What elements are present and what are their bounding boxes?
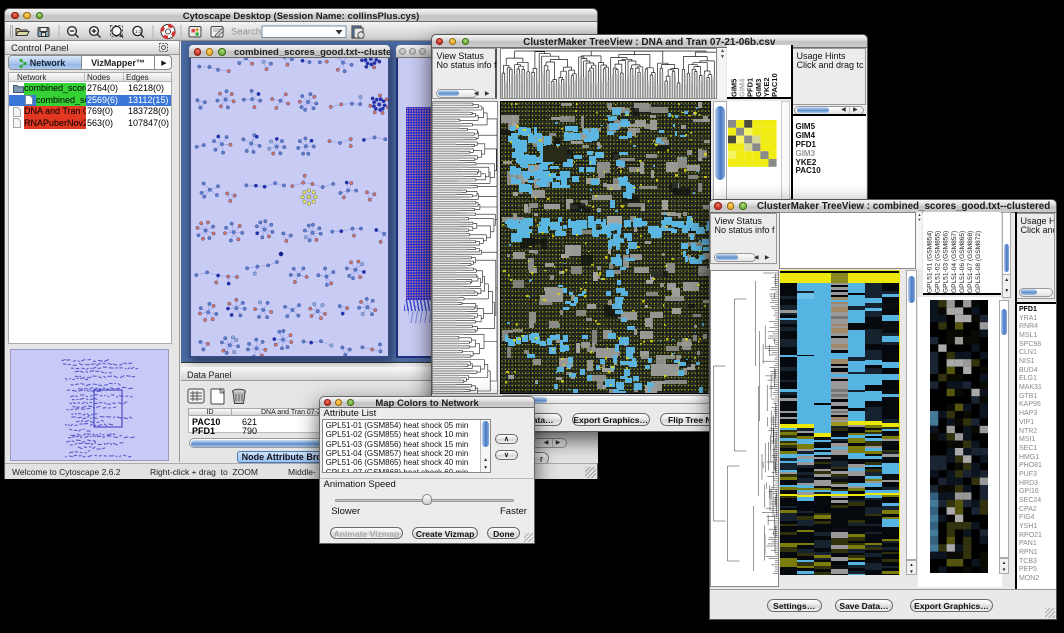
svg-text:Search:: Search: <box>231 27 264 38</box>
svg-text:GPL51-04 (GSM857): GPL51-04 (GSM857) <box>951 231 958 293</box>
svg-text:1:1: 1:1 <box>135 29 142 34</box>
svg-text:GPL51-06 (GSM865): GPL51-06 (GSM865) <box>959 231 966 293</box>
svg-text:GPL51-07 (GSM868): GPL51-07 (GSM868) <box>967 231 974 293</box>
svg-text:GPL51-03 (GSM856): GPL51-03 (GSM856) <box>943 231 950 293</box>
svg-text:GPL51-01 (GSM854): GPL51-01 (GSM854) <box>926 231 933 293</box>
svg-text:GPL51-02 (GSM855): GPL51-02 (GSM855) <box>935 231 942 293</box>
svg-text:PAC10: PAC10 <box>770 73 779 97</box>
svg-text:GPL51-08 (GSM872): GPL51-08 (GSM872) <box>975 231 982 293</box>
